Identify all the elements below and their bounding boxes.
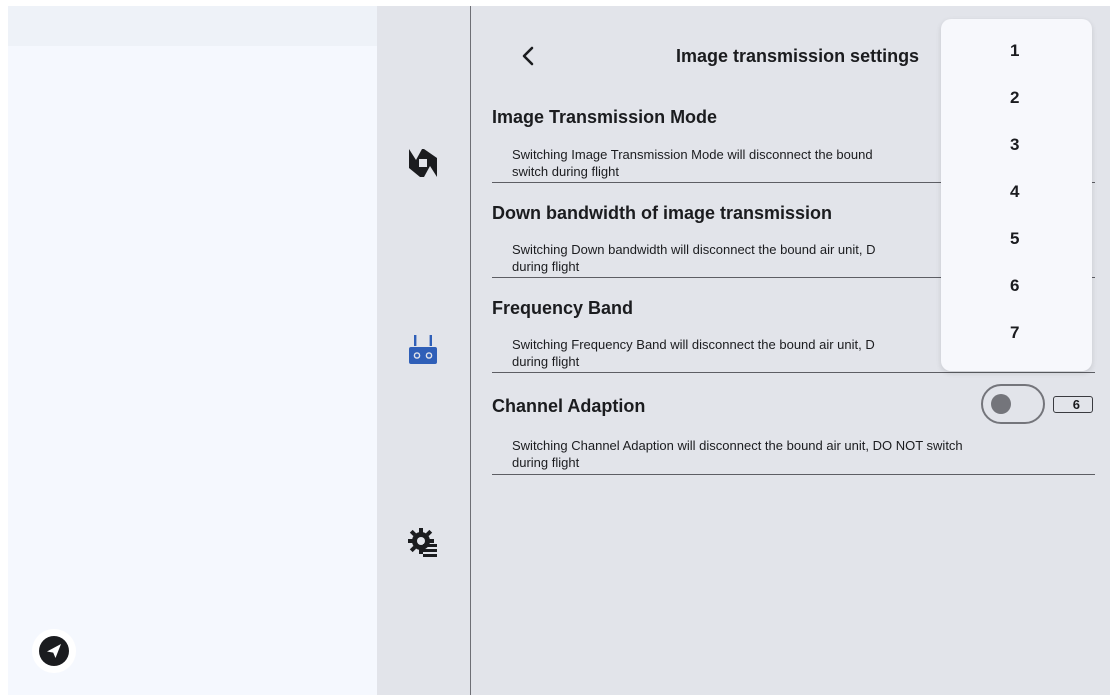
rail-item-settings[interactable]: [406, 526, 440, 560]
dropdown-option-5[interactable]: 5: [941, 219, 1092, 259]
dropdown-option-label: 6: [1010, 276, 1020, 295]
dropdown-option-label: 1: [1010, 41, 1020, 60]
dropdown-option-7[interactable]: 7: [941, 313, 1092, 353]
section-description: Switching Channel Adaption will disconne…: [512, 438, 963, 470]
dropdown-option-label: 7: [1010, 323, 1020, 342]
section-title: Channel Adaption: [492, 396, 646, 416]
dropdown-option-1[interactable]: 1: [941, 31, 1092, 71]
dropdown-option-label: 5: [1010, 229, 1020, 248]
page-title: Image transmission settings: [676, 46, 920, 66]
camera-aperture-icon: [409, 149, 437, 177]
channel-adaption-toggle[interactable]: [981, 384, 1045, 424]
remote-controller-icon: [409, 335, 437, 364]
send-icon: [39, 636, 69, 666]
rail-item-camera[interactable]: [406, 146, 440, 180]
left-pane: [8, 6, 377, 695]
chevron-left-icon: [522, 46, 534, 66]
section-divider: [492, 372, 1095, 373]
dropdown-option-label: 4: [1010, 182, 1020, 201]
dropdown-option-3[interactable]: 3: [941, 125, 1092, 165]
gear-settings-icon: [408, 528, 437, 557]
toggle-knob: [991, 394, 1011, 414]
channel-value-badge: 6: [1053, 396, 1093, 413]
dropdown-option-2[interactable]: 2: [941, 78, 1092, 118]
section-title: Down bandwidth of image transmission: [492, 203, 833, 223]
rail-item-remote-controller[interactable]: [406, 333, 440, 371]
section-title: Frequency Band: [492, 298, 634, 318]
left-pane-header: [8, 6, 377, 46]
channel-dropdown-menu: 1 2 3 4 5 6 7: [941, 19, 1092, 371]
section-title: Image Transmission Mode: [492, 107, 718, 127]
dropdown-option-4[interactable]: 4: [941, 172, 1092, 212]
dropdown-option-label: 3: [1010, 135, 1020, 154]
dropdown-option-6[interactable]: 6: [941, 266, 1092, 306]
send-fab-button[interactable]: [32, 629, 76, 673]
dropdown-option-label: 2: [1010, 88, 1020, 107]
section-divider: [492, 474, 1095, 475]
back-button[interactable]: [514, 40, 542, 72]
